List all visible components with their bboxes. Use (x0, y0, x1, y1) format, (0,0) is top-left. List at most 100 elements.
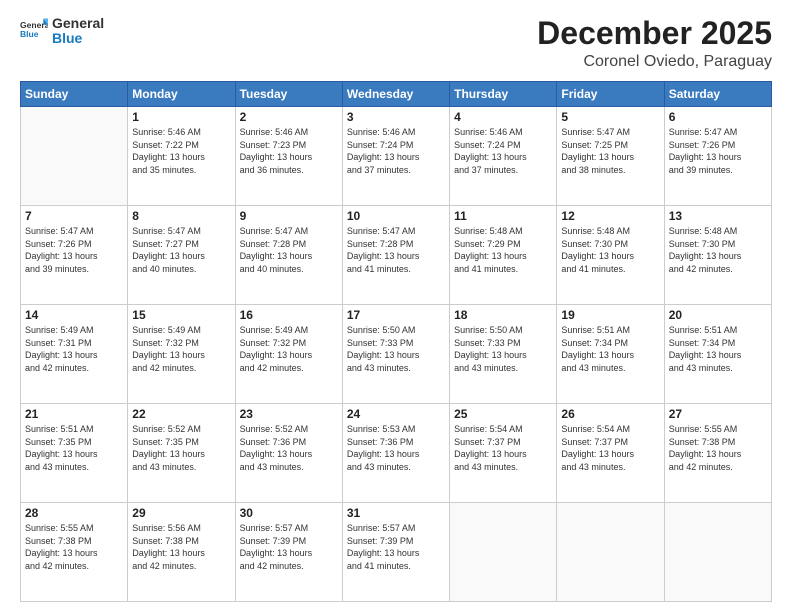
calendar-week-row: 7 Sunrise: 5:47 AM Sunset: 7:26 PM Daylig… (21, 206, 772, 305)
calendar-cell: 6Sunrise: 5:47 AM Sunset: 7:26 PM Daylig… (664, 107, 771, 206)
calendar-header-row: SundayMondayTuesdayWednesdayThursdayFrid… (21, 82, 772, 107)
day-number: 6 (669, 110, 767, 124)
calendar-table: SundayMondayTuesdayWednesdayThursdayFrid… (20, 81, 772, 602)
day-number: 20 (669, 308, 767, 322)
day-info: Sunrise: 5:49 AM Sunset: 7:32 PM Dayligh… (240, 324, 338, 374)
day-number: 7 (25, 209, 123, 223)
day-info: Sunrise: 5:47 AM Sunset: 7:28 PM Dayligh… (240, 225, 338, 275)
day-number: 28 (25, 506, 123, 520)
day-info: Sunrise: 5:51 AM Sunset: 7:34 PM Dayligh… (669, 324, 767, 374)
day-info: Sunrise: 5:50 AM Sunset: 7:33 PM Dayligh… (347, 324, 445, 374)
day-number: 11 (454, 209, 552, 223)
day-number: 4 (454, 110, 552, 124)
day-number: 19 (561, 308, 659, 322)
day-info: Sunrise: 5:47 AM Sunset: 7:28 PM Dayligh… (347, 225, 445, 275)
logo-icon: General Blue (20, 17, 48, 45)
calendar-cell: 3Sunrise: 5:46 AM Sunset: 7:24 PM Daylig… (342, 107, 449, 206)
day-info: Sunrise: 5:57 AM Sunset: 7:39 PM Dayligh… (240, 522, 338, 572)
calendar-cell: 19 Sunrise: 5:51 AM Sunset: 7:34 PM Dayli… (557, 305, 664, 404)
calendar-cell: 23Sunrise: 5:52 AM Sunset: 7:36 PM Dayli… (235, 404, 342, 503)
day-number: 23 (240, 407, 338, 421)
month-title: December 2025 (537, 16, 772, 51)
calendar-cell (21, 107, 128, 206)
day-number: 12 (561, 209, 659, 223)
day-number: 16 (240, 308, 338, 322)
calendar-cell (557, 503, 664, 602)
day-info: Sunrise: 5:48 AM Sunset: 7:29 PM Dayligh… (454, 225, 552, 275)
day-info: Sunrise: 5:53 AM Sunset: 7:36 PM Dayligh… (347, 423, 445, 473)
day-number: 27 (669, 407, 767, 421)
day-number: 5 (561, 110, 659, 124)
calendar-cell: 14 Sunrise: 5:49 AM Sunset: 7:31 PM Dayli… (21, 305, 128, 404)
day-number: 26 (561, 407, 659, 421)
day-number: 13 (669, 209, 767, 223)
day-info: Sunrise: 5:49 AM Sunset: 7:31 PM Dayligh… (25, 324, 123, 374)
calendar-cell: 13Sunrise: 5:48 AM Sunset: 7:30 PM Dayli… (664, 206, 771, 305)
calendar-cell: 30Sunrise: 5:57 AM Sunset: 7:39 PM Dayli… (235, 503, 342, 602)
logo-general: General (52, 16, 104, 31)
calendar-cell: 18 Sunrise: 5:50 AM Sunset: 7:33 PM Dayli… (450, 305, 557, 404)
calendar-cell: 16 Sunrise: 5:49 AM Sunset: 7:32 PM Dayli… (235, 305, 342, 404)
calendar-cell: 20 Sunrise: 5:51 AM Sunset: 7:34 PM Dayli… (664, 305, 771, 404)
calendar-week-row: 14 Sunrise: 5:49 AM Sunset: 7:31 PM Dayli… (21, 305, 772, 404)
day-number: 22 (132, 407, 230, 421)
location-title: Coronel Oviedo, Paraguay (537, 53, 772, 71)
calendar-cell: 8 Sunrise: 5:47 AM Sunset: 7:27 PM Daylig… (128, 206, 235, 305)
day-info: Sunrise: 5:47 AM Sunset: 7:25 PM Dayligh… (561, 126, 659, 176)
day-info: Sunrise: 5:49 AM Sunset: 7:32 PM Dayligh… (132, 324, 230, 374)
day-info: Sunrise: 5:47 AM Sunset: 7:27 PM Dayligh… (132, 225, 230, 275)
title-section: December 2025 Coronel Oviedo, Paraguay (537, 16, 772, 71)
weekday-header-sunday: Sunday (21, 82, 128, 107)
calendar-cell: 25 Sunrise: 5:54 AM Sunset: 7:37 PM Dayli… (450, 404, 557, 503)
day-info: Sunrise: 5:46 AM Sunset: 7:22 PM Dayligh… (132, 126, 230, 176)
calendar-cell: 26 Sunrise: 5:54 AM Sunset: 7:37 PM Dayli… (557, 404, 664, 503)
weekday-header-saturday: Saturday (664, 82, 771, 107)
day-info: Sunrise: 5:57 AM Sunset: 7:39 PM Dayligh… (347, 522, 445, 572)
day-info: Sunrise: 5:54 AM Sunset: 7:37 PM Dayligh… (561, 423, 659, 473)
calendar-cell: 28 Sunrise: 5:55 AM Sunset: 7:38 PM Dayli… (21, 503, 128, 602)
day-info: Sunrise: 5:56 AM Sunset: 7:38 PM Dayligh… (132, 522, 230, 572)
day-number: 25 (454, 407, 552, 421)
day-number: 8 (132, 209, 230, 223)
calendar-cell: 21 Sunrise: 5:51 AM Sunset: 7:35 PM Dayli… (21, 404, 128, 503)
calendar-cell: 24Sunrise: 5:53 AM Sunset: 7:36 PM Dayli… (342, 404, 449, 503)
day-info: Sunrise: 5:51 AM Sunset: 7:35 PM Dayligh… (25, 423, 123, 473)
calendar-cell: 10Sunrise: 5:47 AM Sunset: 7:28 PM Dayli… (342, 206, 449, 305)
day-number: 14 (25, 308, 123, 322)
calendar-cell: 17 Sunrise: 5:50 AM Sunset: 7:33 PM Dayli… (342, 305, 449, 404)
day-number: 2 (240, 110, 338, 124)
weekday-header-wednesday: Wednesday (342, 82, 449, 107)
header: General Blue General Blue December 2025 … (20, 16, 772, 71)
calendar-cell: 9 Sunrise: 5:47 AM Sunset: 7:28 PM Daylig… (235, 206, 342, 305)
page: General Blue General Blue December 2025 … (0, 0, 792, 612)
logo: General Blue General Blue (20, 16, 104, 47)
calendar-cell: 27Sunrise: 5:55 AM Sunset: 7:38 PM Dayli… (664, 404, 771, 503)
calendar-week-row: 1 Sunrise: 5:46 AM Sunset: 7:22 PM Daylig… (21, 107, 772, 206)
day-info: Sunrise: 5:46 AM Sunset: 7:24 PM Dayligh… (347, 126, 445, 176)
weekday-header-monday: Monday (128, 82, 235, 107)
day-info: Sunrise: 5:51 AM Sunset: 7:34 PM Dayligh… (561, 324, 659, 374)
day-info: Sunrise: 5:47 AM Sunset: 7:26 PM Dayligh… (25, 225, 123, 275)
day-info: Sunrise: 5:55 AM Sunset: 7:38 PM Dayligh… (25, 522, 123, 572)
weekday-header-friday: Friday (557, 82, 664, 107)
day-number: 29 (132, 506, 230, 520)
calendar-cell: 12 Sunrise: 5:48 AM Sunset: 7:30 PM Dayli… (557, 206, 664, 305)
day-number: 9 (240, 209, 338, 223)
calendar-cell: 31Sunrise: 5:57 AM Sunset: 7:39 PM Dayli… (342, 503, 449, 602)
calendar-cell: 11 Sunrise: 5:48 AM Sunset: 7:29 PM Dayli… (450, 206, 557, 305)
calendar-cell: 5 Sunrise: 5:47 AM Sunset: 7:25 PM Daylig… (557, 107, 664, 206)
day-number: 17 (347, 308, 445, 322)
day-info: Sunrise: 5:54 AM Sunset: 7:37 PM Dayligh… (454, 423, 552, 473)
day-number: 18 (454, 308, 552, 322)
weekday-header-tuesday: Tuesday (235, 82, 342, 107)
day-info: Sunrise: 5:52 AM Sunset: 7:35 PM Dayligh… (132, 423, 230, 473)
day-info: Sunrise: 5:48 AM Sunset: 7:30 PM Dayligh… (561, 225, 659, 275)
calendar-cell (664, 503, 771, 602)
day-number: 1 (132, 110, 230, 124)
calendar-week-row: 21 Sunrise: 5:51 AM Sunset: 7:35 PM Dayli… (21, 404, 772, 503)
day-info: Sunrise: 5:46 AM Sunset: 7:24 PM Dayligh… (454, 126, 552, 176)
calendar-cell: 29 Sunrise: 5:56 AM Sunset: 7:38 PM Dayli… (128, 503, 235, 602)
calendar-cell (450, 503, 557, 602)
day-info: Sunrise: 5:50 AM Sunset: 7:33 PM Dayligh… (454, 324, 552, 374)
day-number: 21 (25, 407, 123, 421)
